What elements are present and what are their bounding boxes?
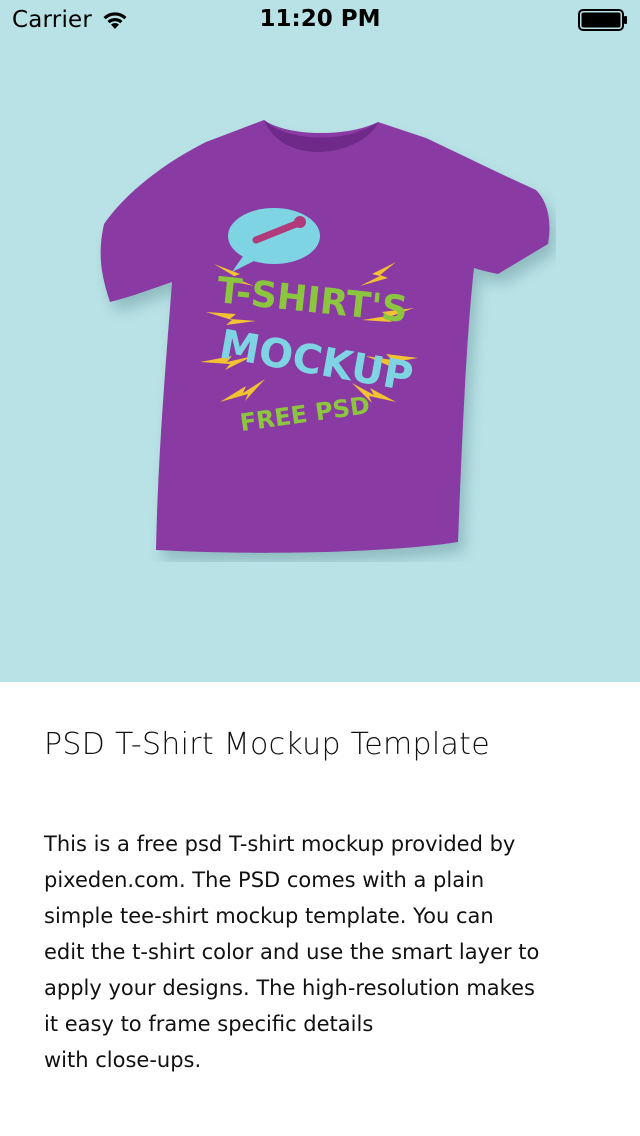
tshirt-shape	[100, 120, 550, 553]
description-line: pixeden.com. The PSD comes with a plain	[44, 868, 485, 892]
description-line: edit the t-shirt color and use the smart…	[44, 940, 540, 964]
article-title: PSD T-Shirt Mockup Template	[44, 727, 490, 762]
article-description: This is a free psd T-shirt mockup provid…	[44, 826, 614, 1078]
description-line: with close-ups.	[44, 1048, 202, 1072]
description-line: simple tee-shirt mockup template. You ca…	[44, 904, 494, 928]
description-line: This is a free psd T-shirt mockup provid…	[44, 832, 516, 856]
status-bar: Carrier 11:20 PM	[0, 0, 640, 40]
description-line: it easy to frame specific details	[44, 1012, 374, 1036]
battery-icon	[578, 9, 627, 31]
description-line: apply your designs. The high-resolution …	[44, 976, 535, 1000]
screen: Carrier 11:20 PM T-SHIRT'S MOCKUP FREE P…	[0, 0, 640, 1136]
clock: 11:20 PM	[259, 6, 381, 32]
article-content: PSD T-Shirt Mockup Template This is a fr…	[0, 682, 640, 1136]
hero-image: Carrier 11:20 PM T-SHIRT'S MOCKUP FREE P…	[0, 0, 640, 682]
tshirt-mockup: T-SHIRT'S MOCKUP FREE PSD	[100, 120, 550, 553]
